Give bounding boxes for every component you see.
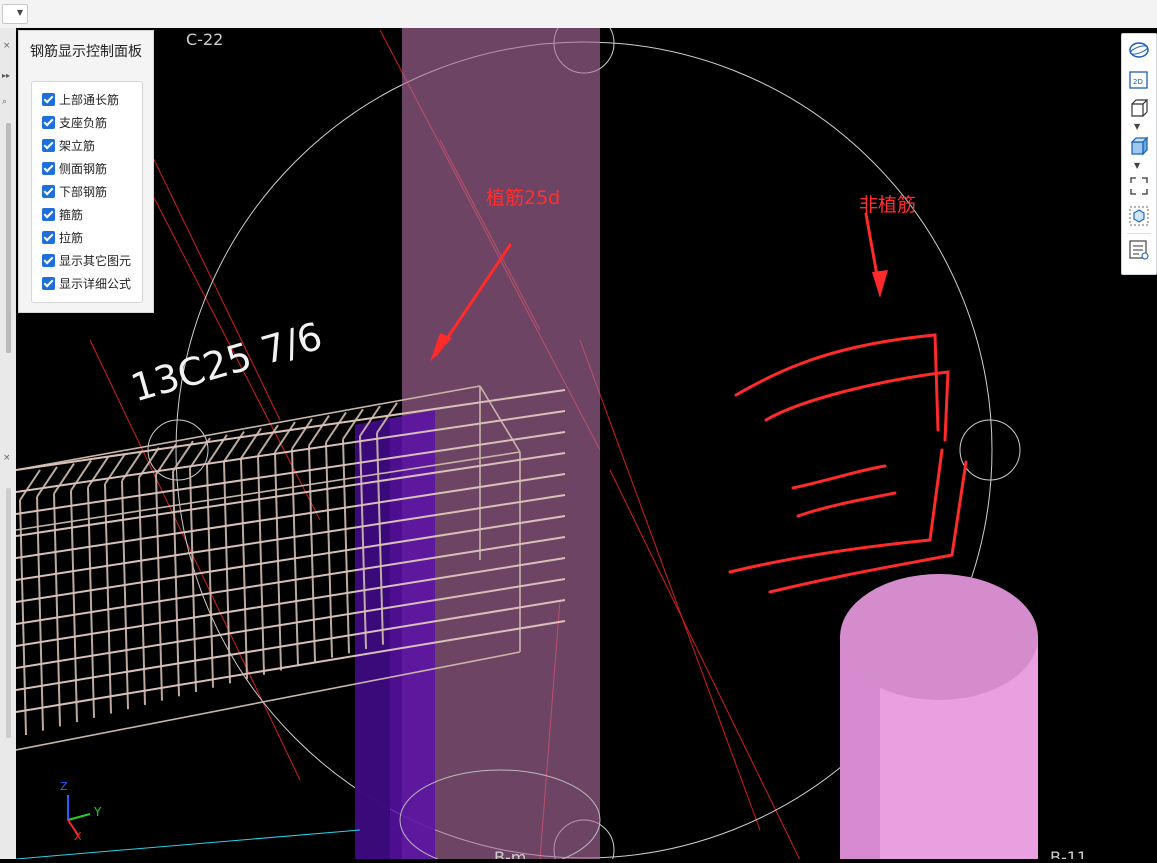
chevron-down-icon[interactable]: ▼	[1134, 161, 1140, 170]
checkbox-checked-icon[interactable]	[42, 253, 55, 267]
section-box-button[interactable]	[1126, 204, 1152, 228]
checkbox-checked-icon[interactable]	[42, 138, 55, 152]
chevron-down-icon: ▼	[16, 8, 23, 17]
axis-triad	[67, 795, 91, 836]
checkbox-top-through-rebar[interactable]: 上部通长筋	[42, 90, 119, 108]
stirrup-bar	[104, 483, 112, 714]
checkbox-checked-icon[interactable]	[42, 115, 55, 129]
stirrups	[19, 402, 398, 736]
layer-list-icon	[1129, 240, 1149, 260]
stirrup-bar	[87, 487, 95, 718]
checkbox-checked-icon[interactable]	[42, 230, 55, 244]
grid-label-bottom-right: B-11	[1050, 848, 1088, 859]
search-icon: ⌕	[2, 97, 7, 107]
rebar-checkbox-list: 上部通长筋 支座负筋 架立筋 侧面钢筋 下部钢筋 箍筋 拉筋 显示其它图元 显示…	[31, 81, 143, 303]
rebar-display-panel: 钢筋显示控制面板 上部通长筋 支座负筋 架立筋 侧面钢筋 下部钢筋 箍筋 拉筋 …	[18, 30, 154, 313]
section-box-icon	[1129, 206, 1149, 226]
arrow-head	[872, 270, 888, 298]
layer-list-button[interactable]	[1126, 238, 1152, 262]
cyan-line	[16, 829, 361, 859]
fit-view-icon	[1130, 177, 1148, 195]
checkbox-stirrup[interactable]: 箍筋	[42, 205, 83, 223]
annotation-planted: 植筋25d	[486, 187, 561, 209]
axis-y-label: Y	[94, 805, 102, 819]
checkbox-erection-rebar[interactable]: 架立筋	[42, 136, 95, 154]
view-3d-wire-button[interactable]	[1126, 96, 1152, 120]
toolbar-separator	[1127, 233, 1151, 234]
stirrup-bar	[342, 439, 350, 654]
stirrup-bar	[223, 461, 231, 684]
left-strip-icons: × ▸▸ ⌕ ×	[2, 41, 11, 738]
grid-bubble	[959, 419, 1021, 481]
axis-z-label: Z	[60, 780, 68, 793]
checkbox-side-rebar[interactable]: 侧面钢筋	[42, 159, 107, 177]
checkbox-checked-icon[interactable]	[42, 184, 55, 198]
checkbox-tie-bar[interactable]: 拉筋	[42, 228, 83, 246]
stirrup-bar	[325, 442, 333, 658]
view-2d-button[interactable]: 2D	[1126, 68, 1152, 92]
view-solid-box-icon	[1130, 136, 1149, 156]
view-3d-solid-button[interactable]	[1126, 134, 1152, 158]
rebar-3d-scene	[16, 28, 1038, 859]
orbit-button[interactable]	[1126, 38, 1152, 62]
stirrup-bar	[70, 490, 78, 723]
grid-label-bottom-mid: B-m	[494, 848, 527, 859]
stirrup-bar	[138, 477, 146, 705]
fit-view-button[interactable]	[1126, 174, 1152, 198]
axis-x-label: X	[74, 830, 82, 843]
checkbox-show-detailed-formula[interactable]: 显示详细公式	[42, 274, 131, 292]
checkbox-checked-icon[interactable]	[42, 92, 55, 106]
checkbox-checked-icon[interactable]	[42, 161, 55, 175]
stirrup-bar	[308, 445, 316, 662]
view-toolbar: 2D ▼ ▼	[1121, 33, 1157, 275]
left-side-strip: × ▸▸ ⌕ ×	[0, 28, 17, 859]
grid-label-top: C-22	[186, 30, 224, 49]
close-icon: ×	[3, 41, 11, 51]
panel-title: 钢筋显示控制面板	[30, 44, 142, 60]
scrollbar-thumb[interactable]	[6, 488, 11, 738]
top-bar: ▼	[0, 0, 1157, 29]
3d-viewport[interactable]: C-22 B-m B-11 13C25 7/6 植筋25d 非植筋 Z Y X	[16, 28, 1157, 859]
view-2d-icon: 2D	[1129, 71, 1148, 89]
view-3d-box-icon	[1131, 99, 1149, 117]
checkbox-checked-icon[interactable]	[42, 276, 55, 290]
orbit-icon	[1129, 42, 1149, 58]
svg-text:2D: 2D	[1133, 78, 1143, 86]
expand-icon: ▸▸	[2, 71, 10, 80]
chevron-down-icon[interactable]: ▼	[1134, 122, 1140, 131]
checkbox-bottom-rebar[interactable]: 下部钢筋	[42, 182, 107, 200]
checkbox-checked-icon[interactable]	[42, 207, 55, 221]
stirrup-bar	[206, 464, 214, 688]
annotation-not-planted: 非植筋	[859, 194, 917, 216]
close-icon: ×	[3, 453, 11, 463]
cylinder-top	[840, 574, 1038, 700]
stirrup-bar	[257, 455, 265, 675]
checkbox-support-negative-rebar[interactable]: 支座负筋	[42, 113, 107, 131]
view-dropdown[interactable]: ▼	[2, 4, 28, 24]
scrollbar-thumb[interactable]	[6, 123, 11, 353]
stirrup-bar	[121, 480, 129, 710]
checkbox-show-other-elements[interactable]: 显示其它图元	[42, 251, 131, 269]
stirrup-bar	[240, 458, 248, 680]
